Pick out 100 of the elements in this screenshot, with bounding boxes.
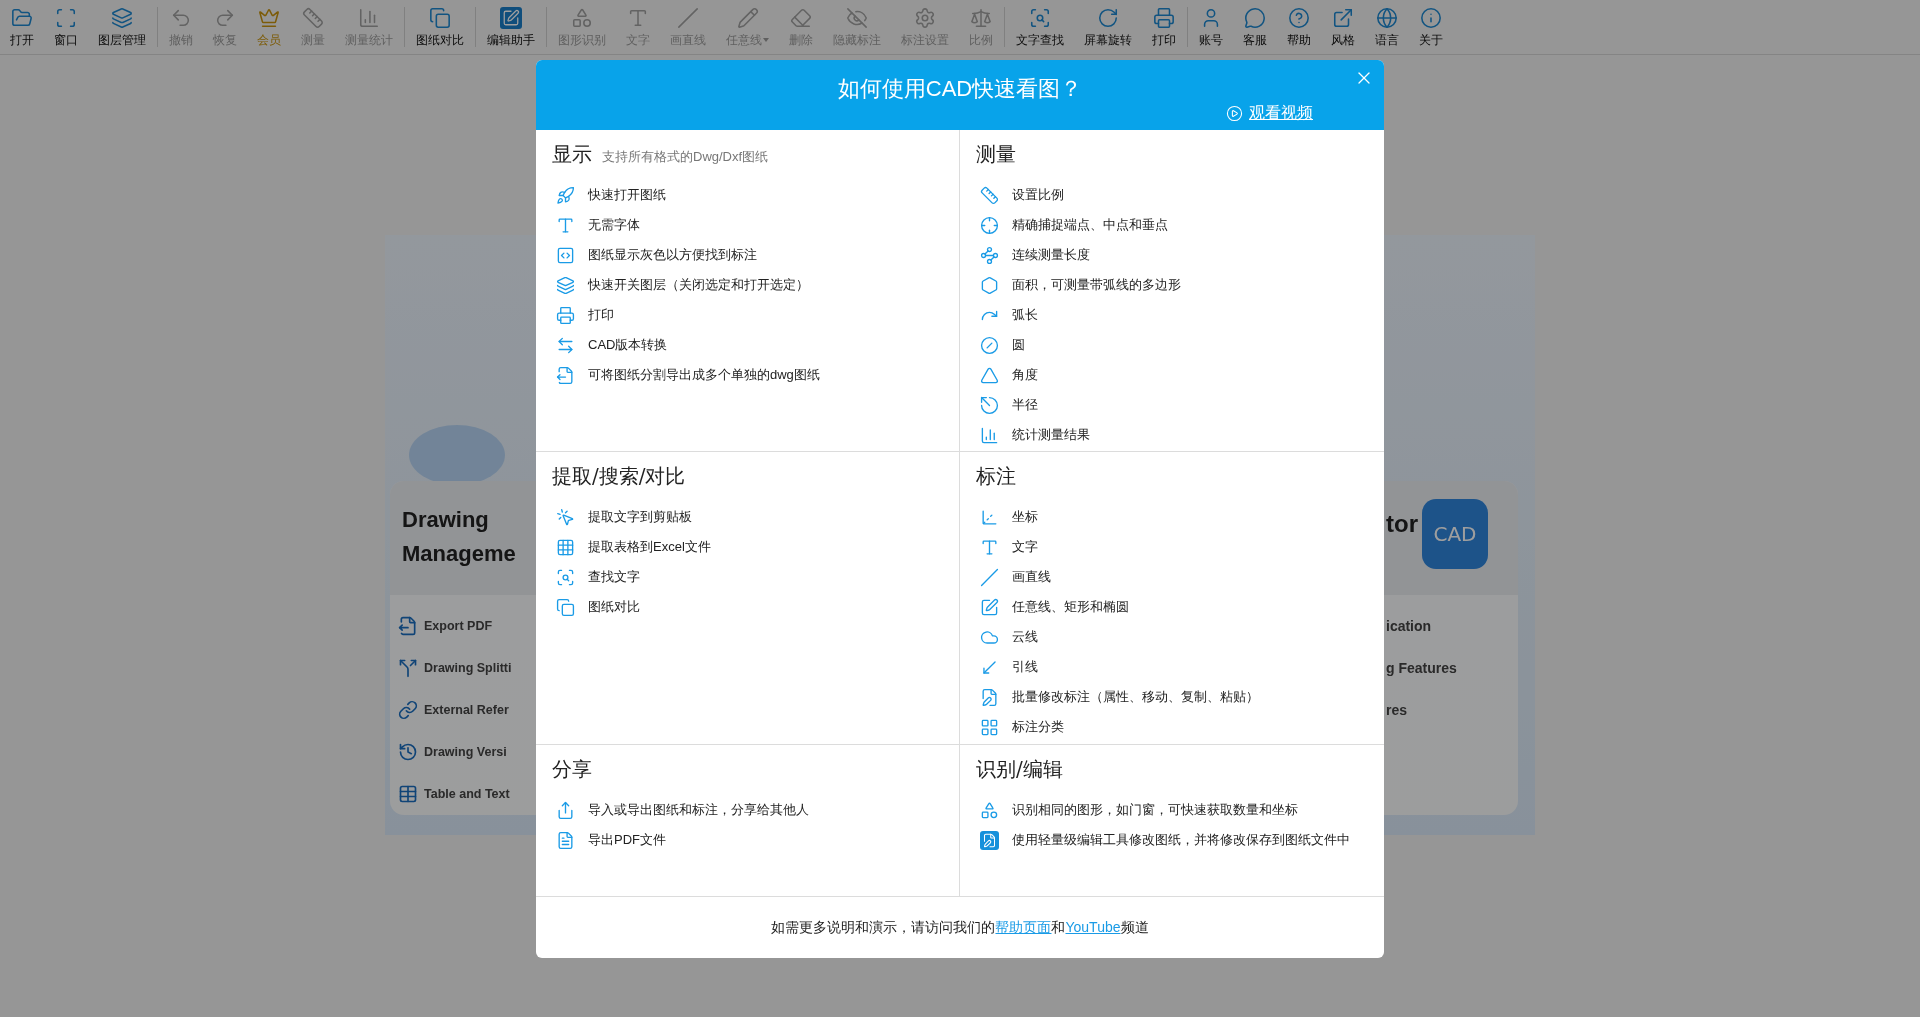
crown-icon (258, 6, 280, 29)
feature-label: Export PDF (424, 617, 493, 635)
toolbar-button[interactable]: 语言 (1365, 0, 1409, 55)
toolbar-button[interactable]: 账号 (1189, 0, 1233, 55)
feature-item: 批量修改标注（属性、移动、复制、粘贴） (1012, 688, 1259, 707)
rotate-icon (1097, 6, 1119, 29)
toolbar-button[interactable]: 打印 (1142, 0, 1186, 55)
section-title: 识别/编辑 (976, 756, 1063, 783)
feature-item: 导出PDF文件 (588, 831, 666, 850)
section-title: 显示 (552, 141, 592, 168)
search-icon (556, 567, 575, 587)
overlap-squares-icon (556, 597, 575, 617)
feature-item: 弧长 (1012, 306, 1038, 325)
feature-item: 圆 (1012, 336, 1025, 355)
feature-item: 查找文字 (588, 568, 640, 587)
folder-icon (11, 6, 33, 29)
chat-icon (1244, 6, 1266, 29)
expand-icon (1332, 6, 1354, 29)
card-title: Drawing (402, 506, 490, 534)
section-title: 分享 (552, 756, 592, 783)
scale-icon (970, 6, 992, 29)
help-link[interactable]: 帮助页面 (995, 919, 1052, 935)
feature-item: 设置比例 (1012, 186, 1064, 205)
dialog-title: 如何使用CAD快速看图？ (837, 75, 1083, 103)
chart-icon (980, 425, 999, 445)
feature-label: Table and Text (424, 785, 510, 803)
section-title: 测量 (976, 141, 1016, 168)
settings-icon (914, 6, 936, 29)
feature-item: 使用轻量级编辑工具修改图纸，并将修改保存到图纸文件中 (1012, 831, 1350, 850)
feature-item: 提取文字到剪贴板 (588, 508, 692, 527)
feature-item: 角度 (1012, 366, 1038, 385)
feature-label: Drawing Splitti (424, 659, 512, 677)
feature-item: 统计测量结果 (1012, 426, 1090, 445)
toolbar-button[interactable]: 编辑助手 (477, 0, 545, 55)
eye-off-icon (846, 6, 868, 29)
dropdown-caret-icon (763, 37, 769, 42)
toolbar-button[interactable]: 文字查找 (1006, 0, 1074, 55)
toolbar-button[interactable]: 图纸对比 (406, 0, 474, 55)
circle-icon (980, 335, 999, 355)
file-edit-icon (980, 687, 999, 707)
toolbar-button[interactable]: 帮助 (1277, 0, 1321, 55)
toolbar-button[interactable]: 风格 (1321, 0, 1365, 55)
ruler-icon (302, 6, 324, 29)
feature-item: CAD版本转换 (588, 336, 668, 355)
line-icon (980, 567, 999, 587)
line-icon (677, 6, 699, 29)
toolbar-button[interactable]: 客服 (1233, 0, 1277, 55)
feature-item: 引线 (1012, 658, 1038, 677)
chart-icon (358, 6, 380, 29)
feature-item: 半径 (1012, 396, 1038, 415)
feature-item: 快速打开图纸 (588, 186, 666, 205)
feature-item: 导入或导出图纸和标注，分享给其他人 (588, 801, 809, 820)
split-icon (398, 658, 418, 678)
feature-label: External Refer (424, 701, 509, 719)
shapes-icon (571, 6, 593, 29)
feature-item: 任意线、矩形和椭圆 (1012, 598, 1129, 617)
feature-item: 坐标 (1012, 508, 1038, 527)
toolbar-button[interactable]: 图层管理 (88, 0, 156, 55)
rocket-icon (556, 185, 575, 205)
pointer-icon (556, 507, 575, 527)
polygon-icon (980, 275, 999, 295)
section-title: 提取/搜索/对比 (552, 463, 686, 490)
edit-icon (500, 6, 522, 29)
toolbar-button[interactable]: 屏幕旋转 (1074, 0, 1142, 55)
feature-label: g Features (1386, 658, 1457, 678)
file-icon (556, 830, 575, 850)
feature-item: 图纸对比 (588, 598, 640, 617)
help-link[interactable]: YouTube (1065, 919, 1121, 935)
toolbar-button[interactable]: 打开 (0, 0, 44, 55)
overlap-squares-icon (429, 6, 451, 29)
feature-item: 精确捕捉端点、中点和垂点 (1012, 216, 1168, 235)
toolbar-button[interactable]: 窗口 (44, 0, 88, 55)
globe-icon (1376, 6, 1398, 29)
feature-label: ication (1386, 616, 1432, 636)
feature-item: 标注分类 (1012, 718, 1064, 737)
watch-video-link[interactable]: 观看视频 (1249, 102, 1313, 124)
ruler-icon (980, 185, 999, 205)
layers-icon (556, 275, 575, 295)
grid-icon (980, 717, 999, 737)
feature-item: 识别相同的图形，如门窗，可快速获取数量和坐标 (1012, 801, 1298, 820)
feature-item: 面积，可测量带弧线的多边形 (1012, 276, 1181, 295)
text-icon (556, 215, 575, 235)
feature-item: 云线 (1012, 628, 1038, 647)
cad-logo-icon: CAD (1422, 499, 1488, 569)
feature-item: 画直线 (1012, 568, 1051, 587)
waypoints-icon (980, 245, 999, 265)
crosshair-icon (980, 215, 999, 235)
feature-item: 连续测量长度 (1012, 246, 1090, 265)
feature-item: 文字 (1012, 538, 1038, 557)
section-title: 标注 (976, 463, 1016, 490)
shapes-icon (980, 800, 999, 820)
feature-item: 无需字体 (588, 216, 640, 235)
card-title: Manageme (402, 540, 517, 568)
toolbar-button[interactable]: 会员 (247, 0, 291, 55)
history-icon (398, 742, 418, 762)
table-icon (556, 537, 575, 557)
feature-item: 打印 (588, 306, 614, 325)
toolbar-button[interactable]: 关于 (1409, 0, 1453, 55)
info-icon (1420, 6, 1442, 29)
play-icon (1226, 104, 1243, 122)
